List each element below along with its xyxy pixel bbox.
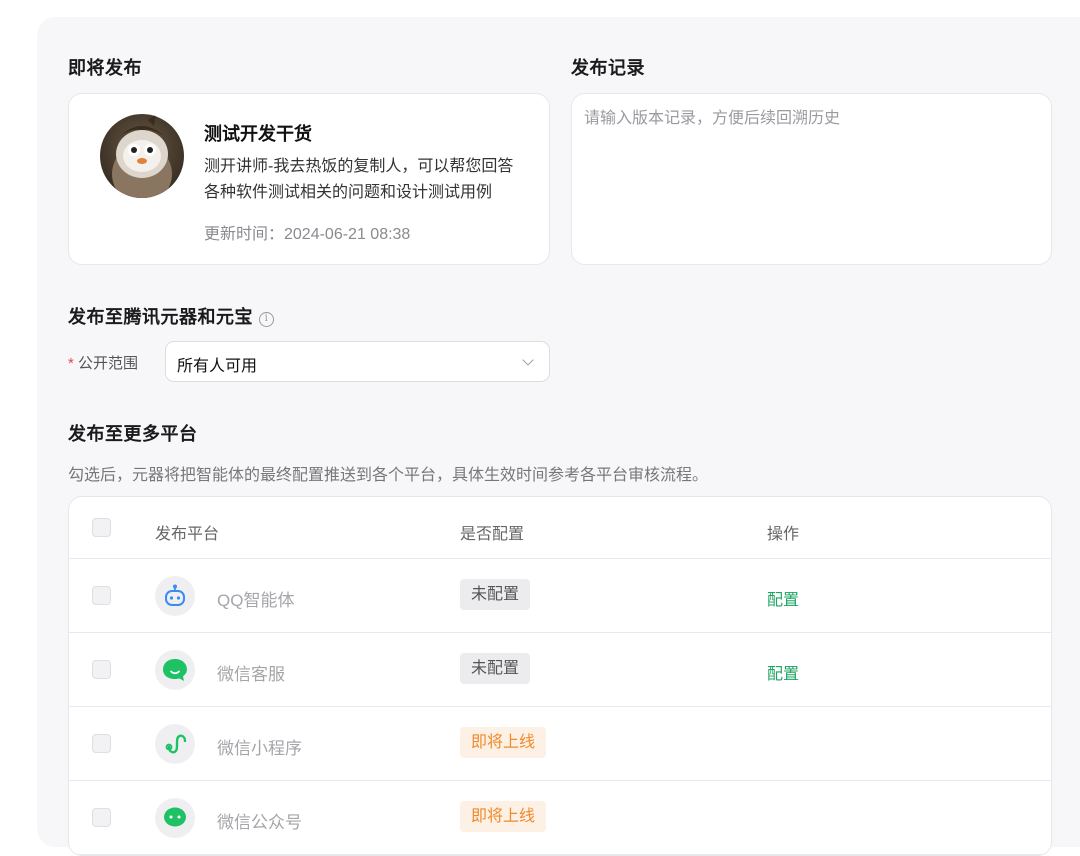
platforms-section-title: 发布至更多平台 [68,424,198,444]
record-placeholder: 请输入版本记录，方便后续回溯历史 [584,110,841,127]
scope-label-text: 公开范围 [78,355,139,372]
table-header: 发布平台 是否配置 操作 [69,497,1051,559]
platforms-table: 发布平台 是否配置 操作 QQ智能体 未配置 配置 微信客服 未配置 配置 微信… [68,496,1052,856]
table-row: 微信公众号 即将上线 [69,781,1051,855]
qq-bot-icon [155,576,195,616]
chevron-down-icon [522,354,534,366]
platform-name: 微信小程序 [217,739,302,758]
select-all-checkbox[interactable] [92,518,111,537]
table-row: QQ智能体 未配置 配置 [69,559,1051,633]
bot-avatar [100,114,184,198]
required-star: * [68,355,74,372]
row-checkbox[interactable] [92,586,111,605]
tencent-section-title: 发布至腾讯元器和元宝 i [68,303,274,329]
publish-section-title: 即将发布 [68,58,142,78]
platform-name: QQ智能体 [217,591,295,610]
column-header-action: 操作 [767,526,800,543]
record-section-title: 发布记录 [571,58,645,78]
status-badge: 未配置 [460,579,531,610]
status-badge: 即将上线 [460,727,547,758]
scope-label: * 公开范围 [68,352,138,373]
bot-name: 测试开发干货 [204,124,312,144]
row-checkbox[interactable] [92,808,111,827]
wechat-official-account-icon [155,798,195,838]
row-checkbox[interactable] [92,734,111,753]
table-row: 微信小程序 即将上线 [69,707,1051,781]
record-textarea[interactable]: 请输入版本记录，方便后续回溯历史 [571,93,1052,265]
scope-select[interactable]: 所有人可用 [165,341,550,382]
wechat-service-icon [155,650,195,690]
column-header-configured: 是否配置 [460,526,525,543]
platform-name: 微信客服 [217,665,285,684]
configure-link[interactable]: 配置 [767,586,799,610]
bot-card: 测试开发干货 测开讲师-我去热饭的复制人，可以帮您回答各种软件测试相关的问题和设… [68,93,550,265]
tencent-title-text: 发布至腾讯元器和元宝 [68,307,253,327]
wechat-miniprogram-icon [155,724,195,764]
column-header-platform: 发布平台 [155,526,220,543]
row-checkbox[interactable] [92,660,111,679]
status-badge: 即将上线 [460,801,547,832]
configure-link[interactable]: 配置 [767,660,799,684]
platforms-hint: 勾选后，元器将把智能体的最终配置推送到各个平台，具体生效时间参考各平台审核流程。 [68,467,709,484]
platform-name: 微信公众号 [217,813,302,832]
bot-description: 测开讲师-我去热饭的复制人，可以帮您回答各种软件测试相关的问题和设计测试用例 [204,158,514,201]
scope-select-value: 所有人可用 [177,358,258,375]
table-row: 微信客服 未配置 配置 [69,633,1051,707]
status-badge: 未配置 [460,653,531,684]
info-icon[interactable]: i [259,312,274,327]
bot-update-time: 更新时间：2024-06-21 08:38 [204,226,411,243]
